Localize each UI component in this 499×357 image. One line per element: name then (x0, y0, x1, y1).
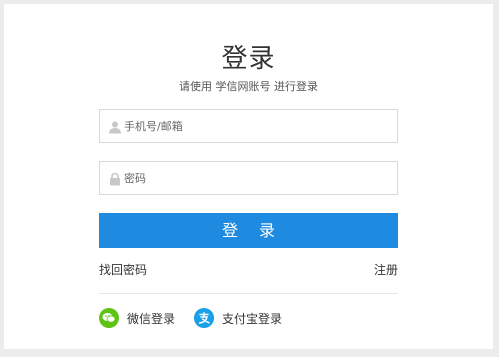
wechat-login-button[interactable]: 微信登录 (99, 307, 175, 329)
phone-email-field[interactable] (99, 109, 398, 143)
password-input[interactable] (124, 162, 389, 194)
lock-icon (108, 171, 122, 186)
register-link[interactable]: 注册 (374, 261, 398, 278)
wechat-icon (99, 308, 119, 328)
login-button[interactable]: 登 录 (99, 213, 398, 248)
alipay-icon (194, 308, 214, 328)
page-title: 登录 (221, 44, 276, 74)
forgot-password-link[interactable]: 找回密码 (99, 261, 147, 278)
alipay-login-button[interactable]: 支付宝登录 (194, 307, 282, 329)
wechat-login-label: 微信登录 (127, 311, 176, 326)
user-icon (108, 119, 122, 134)
login-card: 登录 请使用 学信网账号 进行登录 登 录 找回密码 注册 (4, 4, 493, 349)
phone-email-input[interactable] (124, 110, 389, 142)
alipay-login-label: 支付宝登录 (222, 311, 283, 326)
password-field[interactable] (99, 161, 398, 195)
divider (99, 293, 398, 294)
page-subtitle: 请使用 学信网账号 进行登录 (179, 80, 318, 93)
